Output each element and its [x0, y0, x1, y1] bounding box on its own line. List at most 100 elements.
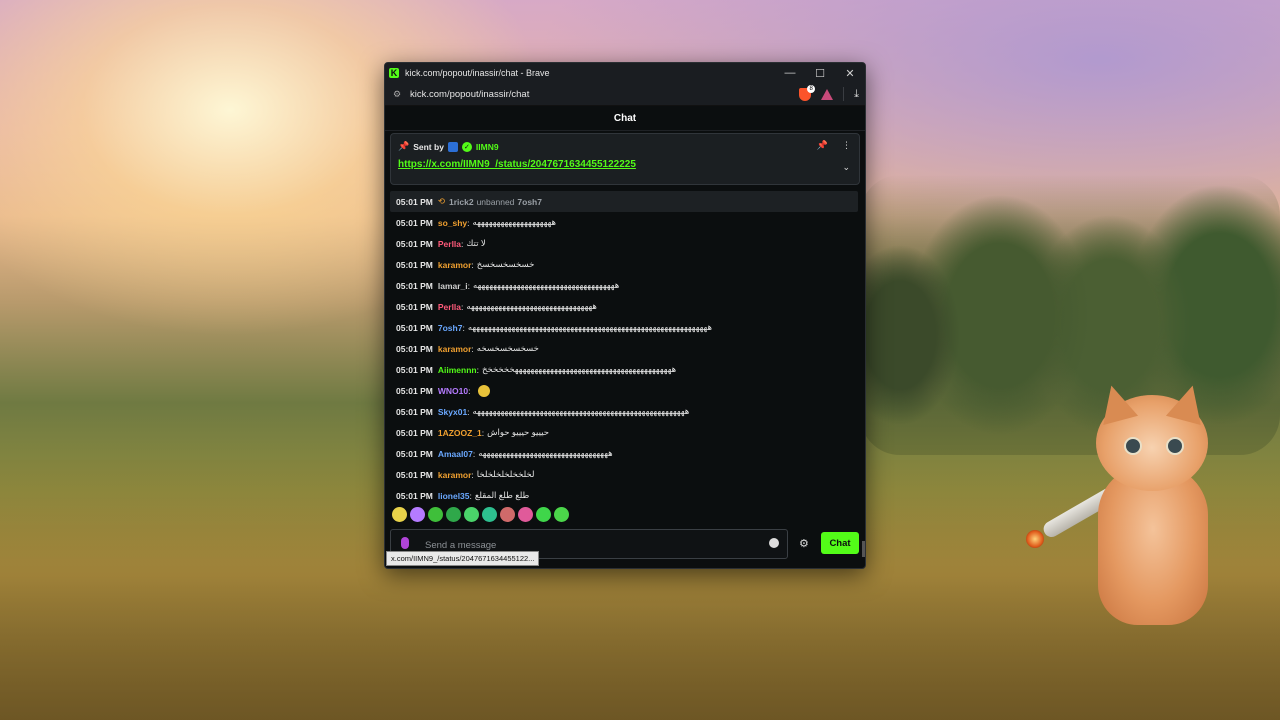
message-timestamp: 05:01 PM [396, 217, 433, 228]
message-username[interactable]: lamar_i [438, 281, 468, 291]
username-colon: : [467, 280, 471, 291]
message-text: هههههههههههههههههههههههههههههههههههههههه… [467, 322, 712, 332]
chat-message[interactable]: 05:01 PM lamar_i: هههههههههههههههههههههههه… [390, 275, 858, 296]
close-button[interactable]: ✕ [835, 63, 865, 83]
message-text: ههههههههههههههههههههههههههههههههههههه [473, 280, 620, 290]
chat-message[interactable]: 05:01 PM Skyx01: ههههههههههههههههههههههههه… [390, 401, 858, 422]
emote-icon[interactable] [518, 507, 533, 522]
chat-message[interactable]: 05:01 PM Perlla: لا تتك [390, 233, 858, 254]
moderator-badge-icon [447, 141, 458, 152]
message-timestamp: 05:01 PM [396, 280, 433, 291]
chat-message[interactable]: 05:01 PM karamor: خسخسخسخسخ [390, 254, 858, 275]
username-colon: : [471, 259, 474, 270]
message-timestamp: 05:01 PM [396, 427, 433, 438]
title-bar[interactable]: K kick.com/popout/inassir/chat - Brave —… [385, 63, 865, 83]
chat-message[interactable]: 05:01 PM karamor: لخلخخلخلخلخلخا [390, 464, 858, 485]
system-target[interactable]: 7osh7 [517, 197, 542, 207]
emote-icon[interactable] [478, 384, 491, 397]
emote-icon[interactable] [464, 507, 479, 522]
message-text: خسخسخسخسخ [476, 259, 535, 269]
chat-header-title: Chat [385, 106, 865, 131]
emote-icon[interactable] [536, 507, 551, 522]
message-text: خسخسخسخسخه [476, 343, 539, 353]
message-text: طلع طلع المقلع [474, 490, 530, 500]
message-text: هههههههههههههههههههههههههههههههههه [478, 448, 613, 458]
window-controls: — ☐ ✕ [775, 63, 865, 83]
gear-icon[interactable]: ⚙ [799, 537, 809, 550]
message-username[interactable]: so_shy [438, 218, 467, 228]
emote-icon[interactable] [392, 507, 407, 522]
emote-icon[interactable] [482, 507, 497, 522]
message-text: لا تتك [466, 238, 486, 248]
message-timestamp: 05:01 PM [396, 196, 433, 207]
message-username[interactable]: 1AZOOZ_1 [438, 428, 482, 438]
pinned-link[interactable]: https://x.com/IIMN9_/status/204767163445… [398, 159, 636, 170]
username-colon: : [461, 301, 464, 312]
cat-eye-right [1166, 437, 1184, 455]
username-colon: : [468, 385, 471, 396]
message-username[interactable]: Amaal07 [438, 449, 473, 459]
message-username[interactable]: Aiimennn [438, 365, 477, 375]
message-timestamp: 05:01 PM [396, 448, 433, 459]
chevron-down-icon[interactable]: ⌄ [842, 162, 850, 173]
maximize-button[interactable]: ☐ [805, 63, 835, 83]
wallpaper-cat [1088, 380, 1218, 625]
message-username[interactable]: Perlla [438, 302, 461, 312]
microphone-icon[interactable] [401, 537, 409, 549]
message-username[interactable]: lionel35 [438, 491, 470, 501]
chat-message[interactable]: 05:01 PM lionel35: طلع طلع المقلع [390, 485, 858, 506]
unban-icon: ⟲ [437, 196, 445, 206]
message-text: هههههههههههههههههههههههههههههههههههههههه… [472, 406, 690, 416]
message-username[interactable]: 7osh7 [438, 323, 463, 333]
more-options-icon[interactable]: ⋮ [842, 140, 851, 151]
emoji-picker-icon[interactable] [769, 538, 779, 548]
chat-message[interactable]: 05:01 PM Aiimennn: ههههههههههههههههههههههه… [390, 359, 858, 380]
pinned-username[interactable]: IIMN9 [476, 142, 499, 152]
emote-quick-bar [392, 507, 569, 522]
message-text: لخلخخلخلخلخلخا [476, 469, 535, 479]
message-username[interactable]: Perlla [438, 239, 461, 249]
username-colon: : [481, 427, 485, 438]
username-colon: : [476, 364, 479, 375]
username-colon: : [462, 322, 465, 333]
chat-message[interactable]: 05:01 PM Amaal07: هههههههههههههههههههههههه… [390, 443, 858, 464]
message-username[interactable]: WNO10 [438, 386, 468, 396]
chat-message[interactable]: 05:01 PM karamor: خسخسخسخسخه [390, 338, 858, 359]
system-actor[interactable]: 1rick2 [449, 197, 474, 207]
message-username[interactable]: karamor [438, 344, 472, 354]
emote-icon[interactable] [428, 507, 443, 522]
chat-message[interactable]: 05:01 PM 7osh7: هههههههههههههههههههههههههه… [390, 317, 858, 338]
scrollbar-thumb[interactable] [862, 541, 865, 557]
chat-message[interactable]: 05:01 PM WNO10: [390, 380, 858, 401]
message-timestamp: 05:01 PM [396, 259, 433, 270]
message-username[interactable]: karamor [438, 260, 472, 270]
minimize-button[interactable]: — [775, 63, 805, 83]
download-icon[interactable]: ⤓ [854, 88, 859, 101]
unpin-icon[interactable]: 📌 [817, 140, 828, 151]
emote-icon[interactable] [554, 507, 569, 522]
chat-message[interactable]: 05:01 PM Perlla: ههههههههههههههههههههههههه… [390, 296, 858, 317]
brave-rewards-icon[interactable] [821, 88, 834, 100]
brave-shield-icon[interactable]: 8 [799, 84, 816, 101]
shield-count-badge: 8 [807, 84, 816, 93]
browser-window: K kick.com/popout/inassir/chat - Brave —… [384, 62, 866, 569]
send-chat-button[interactable]: Chat [821, 532, 859, 554]
message-timestamp: 05:01 PM [396, 469, 433, 480]
address-url[interactable]: kick.com/popout/inassir/chat [410, 89, 529, 100]
emote-icon[interactable] [446, 507, 461, 522]
cat-eye-left [1124, 437, 1142, 455]
emote-icon[interactable] [410, 507, 425, 522]
message-username[interactable]: Skyx01 [438, 407, 467, 417]
chat-message[interactable]: 05:01 PM so_shy: ههههههههههههههههههههه [390, 212, 858, 233]
chat-message[interactable]: 05:01 PM 1AZOOZ_1: حيييو حيييو حواش [390, 422, 858, 443]
message-timestamp: 05:01 PM [396, 322, 433, 333]
system-message[interactable]: 05:01 PM ⟲ 1rick2 unbanned 7osh7 [390, 191, 858, 212]
verified-badge-icon: ✓ [461, 141, 472, 152]
message-text: هههههههههههههههههههههههههههههههههههههههه… [481, 364, 677, 374]
message-username[interactable]: karamor [438, 470, 472, 480]
message-timestamp: 05:01 PM [396, 490, 433, 501]
emote-icon[interactable] [500, 507, 515, 522]
site-info-icon[interactable]: ⚙ [387, 89, 407, 100]
message-timestamp: 05:01 PM [396, 385, 433, 396]
message-text: ههههههههههههههههههههه [472, 217, 557, 227]
